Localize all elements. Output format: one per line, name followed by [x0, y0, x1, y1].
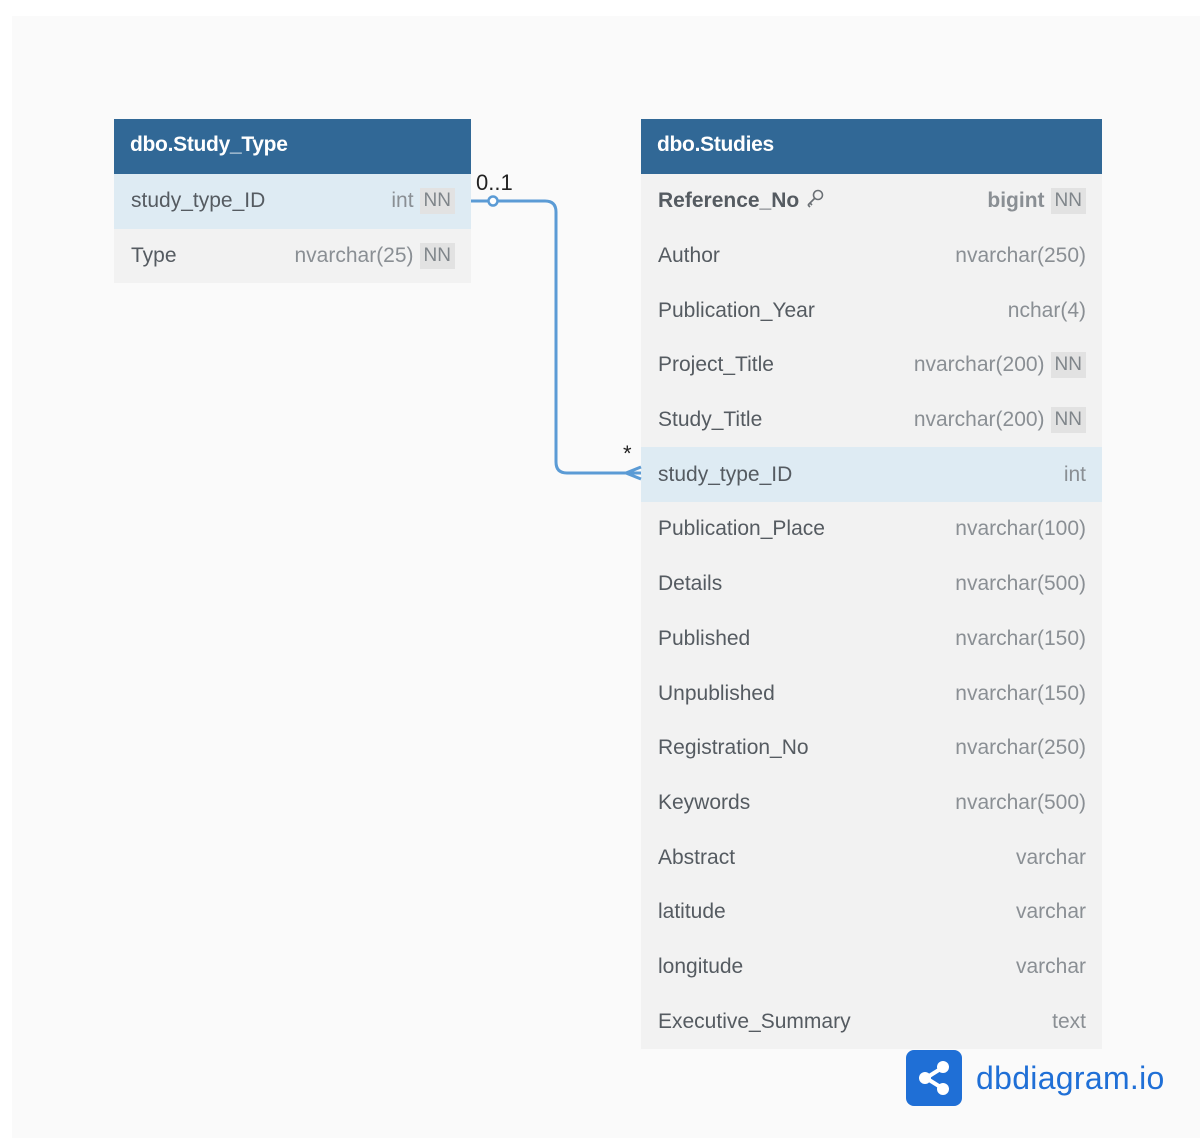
table-row[interactable]: study_type_ID int NN: [114, 174, 471, 229]
table-rows: study_type_ID int NN Type nvarchar(25) NN: [114, 174, 471, 283]
column-name: Publication_Year: [658, 298, 815, 322]
column-name: Abstract: [658, 845, 736, 869]
column-type: nvarchar(200): [913, 408, 1045, 432]
column-type: bigint: [987, 189, 1045, 213]
column-meta: nvarchar(25) NN: [294, 243, 455, 270]
column-name: Keywords: [658, 790, 751, 814]
column-type: int: [391, 189, 414, 213]
column-type: nvarchar(250): [955, 736, 1086, 760]
column-type: nchar(4): [1007, 298, 1086, 322]
table-row[interactable]: Keywords nvarchar(500): [641, 776, 1102, 831]
table-row[interactable]: study_type_ID int: [641, 447, 1102, 503]
column-type: nvarchar(200): [913, 353, 1045, 377]
not-null-badge: NN: [419, 188, 455, 215]
column-meta: nvarchar(150): [955, 682, 1086, 706]
column-meta: nvarchar(500): [955, 791, 1086, 815]
table-row[interactable]: longitude varchar: [641, 940, 1102, 995]
column-type: nvarchar(25): [294, 244, 414, 268]
column-name: latitude: [658, 900, 726, 924]
table-row[interactable]: Project_Title nvarchar(200) NN: [641, 338, 1102, 393]
not-null-badge: NN: [419, 243, 455, 270]
column-name: Type: [131, 244, 177, 268]
table-row[interactable]: Unpublished nvarchar(150): [641, 666, 1102, 721]
column-meta: nvarchar(500): [955, 572, 1086, 596]
column-meta: varchar: [1016, 955, 1086, 979]
table-row[interactable]: Study_Title nvarchar(200) NN: [641, 393, 1102, 448]
column-name: Registration_No: [658, 736, 809, 760]
table-header[interactable]: dbo.Study_Type: [114, 119, 471, 174]
table-row[interactable]: Type nvarchar(25) NN: [114, 229, 471, 284]
column-type: nvarchar(500): [955, 790, 1086, 814]
column-name-group: Reference_No: [658, 188, 825, 214]
column-type: int: [1063, 462, 1086, 486]
column-meta: varchar: [1016, 846, 1086, 870]
column-name: Project_Title: [658, 353, 774, 377]
not-null-badge: NN: [1050, 352, 1086, 379]
column-meta: nvarchar(150): [955, 627, 1086, 651]
table-studies[interactable]: dbo.Studies Reference_No bigint NN Author nv…: [641, 119, 1102, 1049]
share-nodes-icon: [906, 1050, 962, 1106]
column-type: nvarchar(150): [955, 626, 1086, 650]
column-name: Study_Title: [658, 408, 763, 432]
table-row[interactable]: Details nvarchar(500): [641, 557, 1102, 612]
column-name: study_type_ID: [131, 189, 266, 213]
column-meta: nvarchar(200) NN: [913, 407, 1086, 434]
column-type: varchar: [1015, 900, 1086, 924]
column-type: nvarchar(250): [955, 244, 1086, 268]
column-meta: nvarchar(250): [955, 736, 1086, 760]
key-icon: [805, 188, 825, 214]
table-row[interactable]: Abstract varchar: [641, 830, 1102, 885]
table-rows: Reference_No bigint NN Author nvarchar(250) P…: [641, 174, 1102, 1049]
column-type: text: [1052, 1009, 1086, 1033]
table-row[interactable]: Reference_No bigint NN: [641, 174, 1102, 229]
column-meta: nvarchar(100): [955, 517, 1086, 541]
relationship-label-many: *: [623, 441, 632, 466]
column-name: Published: [658, 626, 751, 650]
table-row[interactable]: Executive_Summary text: [641, 994, 1102, 1049]
table-row[interactable]: Author nvarchar(250): [641, 229, 1102, 284]
table-header[interactable]: dbo.Studies: [641, 119, 1102, 174]
dbdiagram-logo[interactable]: dbdiagram.io: [906, 1050, 1165, 1106]
column-name: Reference_No: [658, 189, 800, 213]
column-meta: nchar(4): [1008, 299, 1086, 323]
column-meta: text: [1052, 1010, 1086, 1034]
column-meta: int: [1064, 463, 1086, 487]
column-meta: nvarchar(200) NN: [913, 352, 1086, 379]
column-meta: int NN: [391, 188, 455, 215]
column-meta: bigint NN: [987, 188, 1086, 215]
column-type: varchar: [1015, 954, 1086, 978]
column-name: Publication_Place: [658, 517, 825, 541]
column-meta: nvarchar(250): [955, 244, 1086, 268]
column-type: nvarchar(100): [955, 517, 1086, 541]
not-null-badge: NN: [1050, 188, 1086, 215]
column-name: Executive_Summary: [658, 1009, 851, 1033]
column-name: Author: [658, 244, 720, 268]
column-name: study_type_ID: [658, 462, 793, 486]
logo-text: dbdiagram.io: [976, 1059, 1165, 1096]
column-meta: varchar: [1016, 900, 1086, 924]
relationship-label-one: 0..1: [476, 170, 513, 195]
column-name: Details: [658, 572, 723, 596]
table-row[interactable]: Publication_Place nvarchar(100): [641, 502, 1102, 557]
table-row[interactable]: Registration_No nvarchar(250): [641, 721, 1102, 776]
not-null-badge: NN: [1050, 407, 1086, 434]
column-name: longitude: [658, 954, 744, 978]
column-type: nvarchar(500): [955, 572, 1086, 596]
table-row[interactable]: Publication_Year nchar(4): [641, 283, 1102, 338]
column-type: varchar: [1015, 845, 1086, 869]
table-row[interactable]: Published nvarchar(150): [641, 612, 1102, 667]
table-study-type[interactable]: dbo.Study_Type study_type_ID int NN Type nva…: [114, 119, 471, 284]
column-type: nvarchar(150): [955, 681, 1086, 705]
column-name: Unpublished: [658, 681, 775, 705]
table-row[interactable]: latitude varchar: [641, 885, 1102, 940]
